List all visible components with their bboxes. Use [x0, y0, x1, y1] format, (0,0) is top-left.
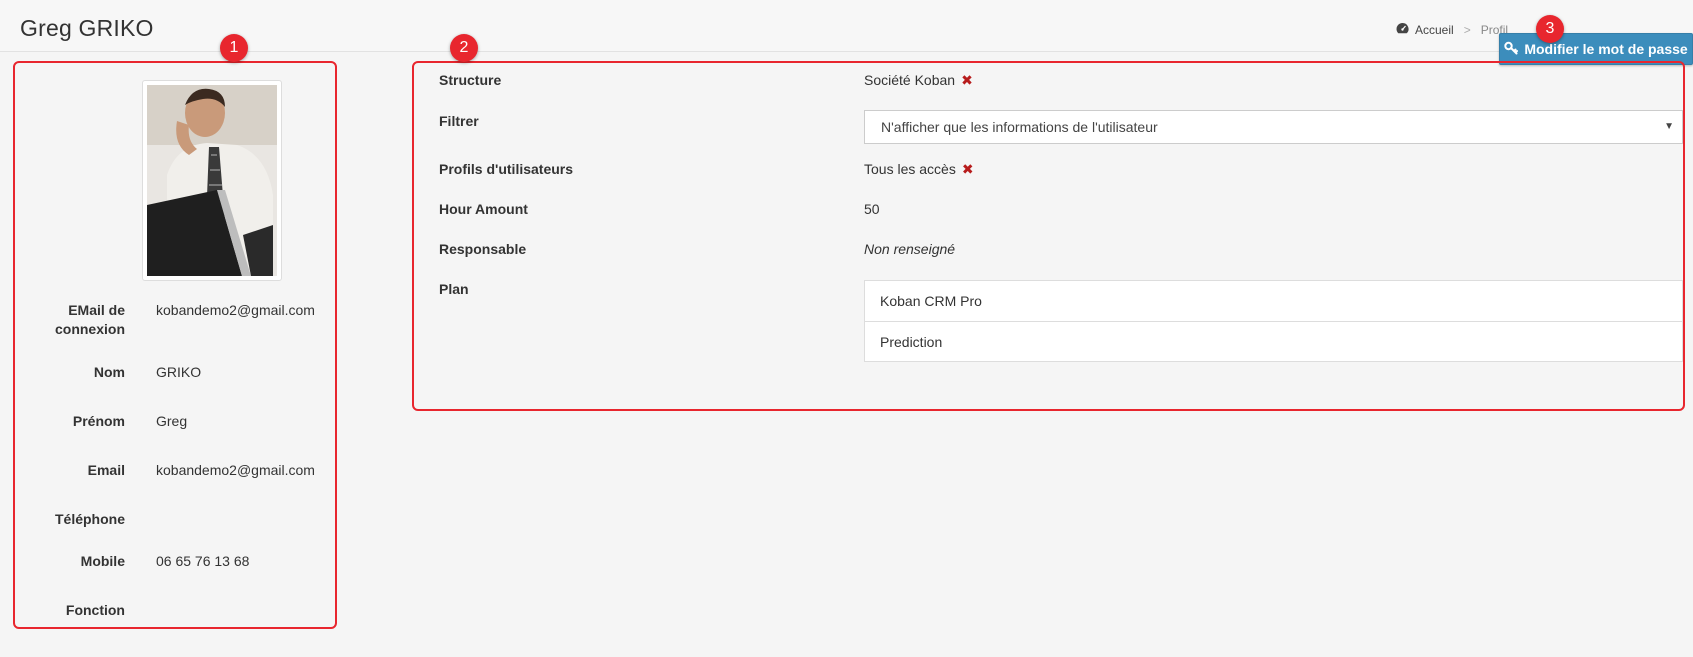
label-mobile: Mobile	[80, 553, 125, 569]
label-hour-amount: Hour Amount	[439, 201, 528, 217]
annotation-badge-2: 2	[450, 34, 478, 62]
value-prenom: Greg	[156, 413, 188, 429]
breadcrumb: Accueil > Profil	[1396, 22, 1508, 37]
dashboard-icon	[1396, 22, 1409, 37]
label-structure: Structure	[439, 72, 502, 88]
value-responsable: Non renseigné	[864, 241, 956, 257]
remove-structure-icon[interactable]: ✖	[961, 72, 973, 88]
label-nom: Nom	[93, 364, 125, 380]
change-password-label: Modifier le mot de passe	[1524, 41, 1688, 57]
value-login-email: kobandemo2@gmail.com	[156, 302, 315, 318]
page-title: Greg GRIKO	[20, 15, 154, 41]
profile-photo	[142, 80, 282, 281]
plan-list-item[interactable]: Prediction	[865, 321, 1682, 361]
label-profils: Profils d'utilisateurs	[439, 161, 574, 177]
filter-select[interactable]: N'afficher que les informations de l'uti…	[864, 110, 1683, 144]
value-hour-amount: 50	[864, 201, 880, 217]
profile-photo-image	[147, 85, 277, 276]
breadcrumb-home-link[interactable]: Accueil	[1415, 23, 1454, 37]
label-fonction: Fonction	[65, 602, 125, 618]
value-email: kobandemo2@gmail.com	[156, 462, 315, 478]
label-login-email: EMail de connexion	[54, 302, 125, 337]
label-telephone: Téléphone	[54, 511, 125, 527]
plan-list: Koban CRM Pro Prediction	[864, 280, 1683, 362]
key-icon	[1504, 41, 1519, 58]
value-profils: Tous les accès	[864, 161, 956, 177]
value-structure: Société Koban	[864, 72, 956, 88]
profils-tag: Tous les accès ✖	[864, 161, 974, 178]
structure-tag: Société Koban ✖	[864, 72, 973, 89]
annotation-badge-3: 3	[1536, 15, 1564, 43]
label-plan: Plan	[439, 281, 469, 297]
label-responsable: Responsable	[439, 241, 527, 257]
label-filtrer: Filtrer	[439, 113, 479, 129]
label-email: Email	[87, 462, 125, 478]
filter-select-value: N'afficher que les informations de l'uti…	[881, 119, 1158, 135]
annotation-badge-1: 1	[220, 34, 248, 62]
breadcrumb-separator: >	[1463, 22, 1471, 37]
label-prenom: Prénom	[72, 413, 125, 429]
value-nom: GRIKO	[156, 364, 202, 380]
value-mobile: 06 65 76 13 68	[156, 553, 250, 569]
plan-list-item[interactable]: Koban CRM Pro	[865, 281, 1682, 321]
chevron-down-icon: ▼	[1664, 121, 1674, 132]
remove-profil-icon[interactable]: ✖	[962, 161, 974, 177]
